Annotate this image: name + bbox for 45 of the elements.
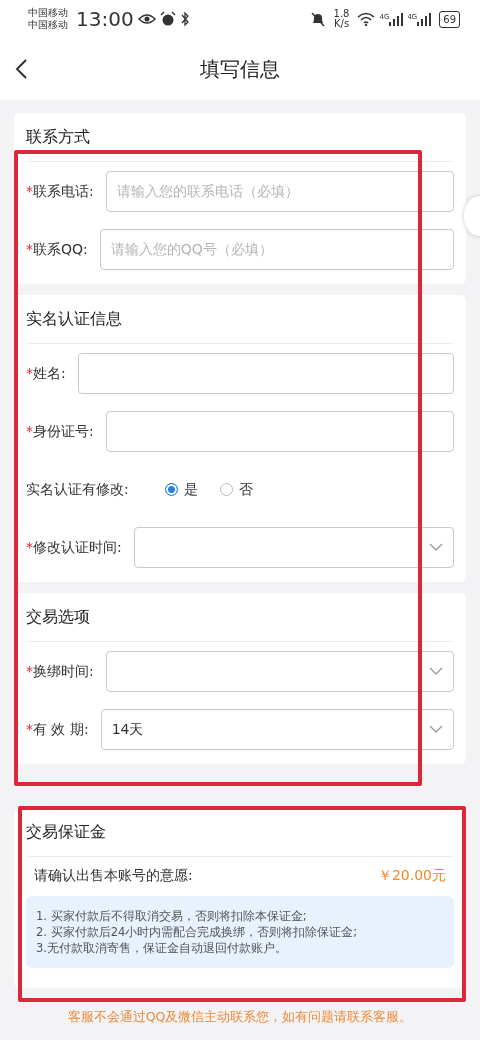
net-speed: 1.8 — [333, 9, 350, 19]
field-label: *换绑时间: — [26, 661, 94, 681]
chevron-down-icon — [429, 543, 443, 551]
carrier-name: 中国移动 — [28, 6, 68, 19]
select-field[interactable] — [133, 526, 454, 568]
section-title: 联系方式 — [26, 113, 454, 162]
muted-bell-icon — [309, 11, 326, 27]
alarm-icon — [159, 11, 176, 27]
field-label: *联系电话: — [26, 181, 94, 201]
field-label: *修改认证时间: — [26, 537, 122, 557]
back-icon[interactable] — [14, 58, 28, 80]
rule-text: 1. 买家付款后不得取消交易，否则将扣除本保证金; — [36, 908, 308, 925]
field-label: *有 效 期: — [26, 719, 89, 739]
section-title: 交易选项 — [26, 593, 454, 642]
field-label: *姓名: — [26, 363, 66, 383]
battery-indicator: 69 — [439, 10, 460, 28]
chevron-down-icon — [429, 667, 443, 675]
chevron-down-icon — [429, 725, 443, 733]
wifi-icon — [357, 12, 376, 26]
radio-option[interactable]: 是 — [164, 478, 198, 500]
input-field[interactable] — [105, 410, 454, 452]
select-field[interactable] — [105, 650, 454, 692]
net-speed: K/s — [333, 19, 350, 29]
radio-option[interactable]: 否 — [219, 478, 253, 500]
carrier-name: 中国移动 — [28, 19, 68, 32]
clock-time: 13:00 — [76, 9, 134, 29]
prompt-text: 请确认出售本账号的意愿: — [34, 866, 193, 885]
input-field[interactable]: 请输入您的QQ号（必填） — [99, 228, 454, 270]
bluetooth-icon — [179, 11, 190, 27]
deposit-amount: ￥20.00元 — [377, 866, 446, 885]
select-field[interactable]: 14天 — [100, 708, 454, 750]
signal-icon — [417, 12, 432, 26]
page-title: 填写信息 — [200, 56, 280, 83]
notice-text: 客服不会通过QQ及微信主动联系您，如有问题请联系客服。 — [66, 1008, 414, 1027]
field-label: *身份证号: — [26, 421, 94, 441]
section-title: 实名认证信息 — [26, 295, 454, 344]
section-title: 交易保证金 — [26, 808, 454, 857]
eye-icon — [137, 13, 156, 25]
signal-icon — [389, 12, 404, 26]
input-field[interactable] — [77, 352, 454, 394]
field-label: 实名认证有修改: — [26, 479, 129, 499]
rule-text: 2. 买家付款后24小时内需配合完成换绑，否则将扣除保证金; — [36, 924, 359, 941]
input-field[interactable]: 请输入您的联系电话（必填） — [105, 170, 454, 212]
rule-text: 3.无付款取消寄售，保证金自动退回付款账户。 — [36, 940, 288, 957]
field-label: *联系QQ: — [26, 239, 88, 259]
